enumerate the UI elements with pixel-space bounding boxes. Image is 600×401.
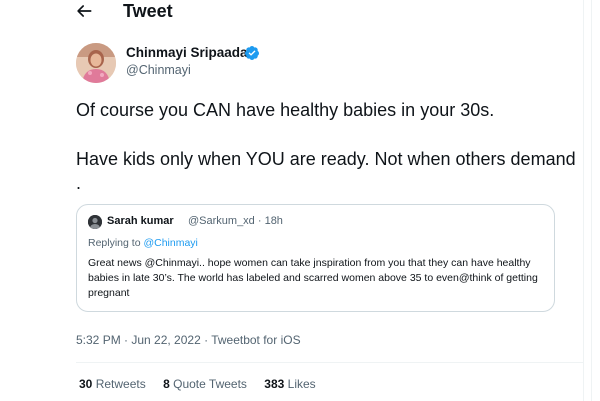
quoted-tweet[interactable]: Sarah kumar @Sarkum_xd · 18h Replying to… [76,204,555,312]
quoted-author-avatar [88,215,102,229]
author-avatar[interactable] [76,43,116,83]
tweet-page: Tweet Chinmayi Sripaada @Chinmayi Of cou… [0,0,600,401]
author-name[interactable]: Chinmayi Sripaada [126,44,248,62]
quote-tweets-stat[interactable]: 8 Quote Tweets [163,376,247,392]
right-panel-divider [591,0,592,401]
quote-tweets-label: Quote Tweets [173,377,247,391]
retweets-stat[interactable]: 30 Retweets [79,376,146,392]
verified-badge-icon [244,46,259,60]
stats-divider [76,362,583,363]
replying-to-handle[interactable]: @Chinmayi [143,237,197,249]
quoted-tweet-text: Great news @Chinmayi.. hope women can ta… [88,257,538,299]
replying-to: Replying to @Chinmayi [88,236,198,250]
author-handle[interactable]: @Chinmayi [126,62,191,78]
tweet-text: Of course you CAN have healthy babies in… [76,98,576,196]
right-panel [584,0,600,401]
likes-stat[interactable]: 383 Likes [264,376,315,392]
quote-tweets-count: 8 [163,377,170,391]
retweets-count: 30 [79,377,93,391]
arrow-left-icon[interactable] [74,1,94,21]
quoted-author-name: Sarah kumar [107,215,174,227]
header: Tweet [60,0,583,24]
quoted-author-meta: @Sarkum_xd · 18h [188,215,283,227]
likes-label: Likes [287,377,316,391]
tweet-text-line-2: Have kids only when YOU are ready. Not w… [76,148,576,194]
tweet-timestamp[interactable]: 5:32 PM · Jun 22, 2022 · Tweetbot for iO… [76,332,301,348]
page-title: Tweet [123,1,173,21]
tweet-stats: 30 Retweets 8 Quote Tweets 383 Likes [79,376,330,392]
replying-to-prefix: Replying to [88,237,144,249]
retweets-label: Retweets [95,377,146,391]
tweet-text-line-1: Of course you CAN have healthy babies in… [76,100,495,120]
likes-count: 383 [264,377,285,391]
